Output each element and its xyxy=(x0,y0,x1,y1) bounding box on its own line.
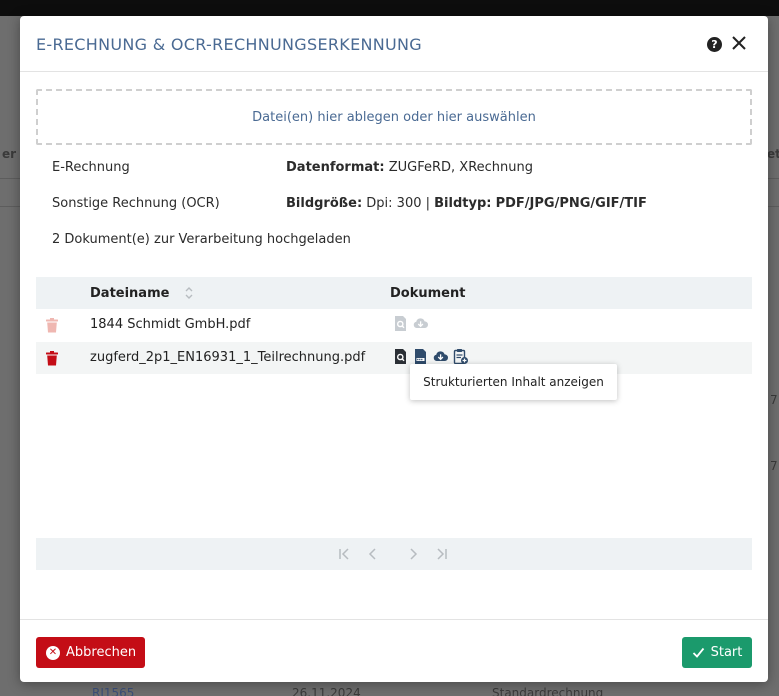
cancel-icon: ✕ xyxy=(46,645,60,660)
tooltip-structured-content: Strukturierten Inhalt anzeigen xyxy=(410,364,617,400)
bg-column-fragment: er xyxy=(2,147,17,161)
help-icon[interactable]: ? xyxy=(707,37,722,52)
bg-divider xyxy=(0,178,20,179)
structured-content-icon[interactable] xyxy=(412,348,429,365)
cancel-button-label: Abbrechen xyxy=(66,645,137,660)
cancel-button[interactable]: ✕ Abbrechen xyxy=(36,637,145,668)
bg-cell-fragment: RI1565 xyxy=(92,686,135,696)
clipboard-add-icon[interactable] xyxy=(452,348,469,365)
modal-footer: ✕ Abbrechen Start xyxy=(20,619,768,682)
bg-divider xyxy=(768,206,779,207)
preview-document-icon[interactable] xyxy=(392,315,409,332)
sort-icon[interactable] xyxy=(184,285,194,301)
info-text: Dpi: 300 | xyxy=(366,196,430,211)
preview-document-icon[interactable] xyxy=(392,348,409,365)
start-button[interactable]: Start xyxy=(682,637,752,668)
trash-icon[interactable] xyxy=(45,318,59,333)
bg-divider xyxy=(0,206,20,207)
tooltip-text: Strukturierten Inhalt anzeigen xyxy=(423,375,604,389)
table-row: zugferd_2p1_EN16931_1_Teilrechnung.pdf xyxy=(36,342,752,374)
pagination-bar xyxy=(36,538,752,570)
modal-header: E-RECHNUNG & OCR-RECHNUNGSERKENNUNG ? xyxy=(20,16,768,72)
upload-modal: E-RECHNUNG & OCR-RECHNUNGSERKENNUNG ? Da… xyxy=(20,16,768,682)
checkmark-icon xyxy=(692,647,704,658)
bg-column-fragment: ett xyxy=(767,147,779,161)
cloud-download-icon[interactable] xyxy=(412,315,429,332)
info-key: Bildtyp: xyxy=(434,196,492,211)
dropzone-label: Datei(en) hier ablegen oder hier auswähl… xyxy=(252,109,536,125)
first-page-icon[interactable] xyxy=(338,547,352,561)
start-button-label: Start xyxy=(710,645,743,660)
file-dropzone[interactable]: Datei(en) hier ablegen oder hier auswähl… xyxy=(36,89,752,145)
bg-cell-fragment: 7 xyxy=(770,393,778,407)
file-table-header: Dateiname Dokument xyxy=(36,277,752,309)
close-icon[interactable] xyxy=(730,34,748,52)
filename-cell: 1844 Schmidt GmbH.pdf xyxy=(90,317,251,332)
upload-status: 2 Dokument(e) zur Verarbeitung hochgelad… xyxy=(52,232,351,247)
column-header-dateiname[interactable]: Dateiname xyxy=(90,286,169,301)
info-value-bildgroesse: Bildgröße: Dpi: 300 | Bildtyp: PDF/JPG/P… xyxy=(286,196,647,211)
info-label-erechnung: E-Rechnung xyxy=(52,160,130,175)
app-top-bar xyxy=(0,0,779,16)
modal-title: E-RECHNUNG & OCR-RECHNUNGSERKENNUNG xyxy=(36,35,422,54)
info-key: Datenformat: xyxy=(286,160,385,175)
info-value-datenformat: Datenformat: ZUGFeRD, XRechnung xyxy=(286,160,533,175)
next-page-icon[interactable] xyxy=(406,547,420,561)
document-actions xyxy=(392,348,469,365)
previous-page-icon[interactable] xyxy=(366,547,380,561)
last-page-icon[interactable] xyxy=(434,547,448,561)
info-text: PDF/JPG/PNG/GIF/TIF xyxy=(495,196,647,211)
bg-cell-fragment: 26.11.2024 xyxy=(292,686,361,696)
bg-cell-fragment: 7 xyxy=(770,459,778,473)
bg-cell-fragment: Standardrechnung xyxy=(492,686,604,696)
info-label-ocr: Sonstige Rechnung (OCR) xyxy=(52,196,220,211)
bg-divider xyxy=(768,178,779,179)
info-text: ZUGFeRD, XRechnung xyxy=(388,160,534,175)
cloud-download-icon[interactable] xyxy=(432,348,449,365)
trash-icon[interactable] xyxy=(45,351,59,366)
table-row: 1844 Schmidt GmbH.pdf xyxy=(36,309,752,341)
document-actions xyxy=(392,315,429,332)
column-header-dokument: Dokument xyxy=(390,286,466,301)
info-key: Bildgröße: xyxy=(286,196,363,211)
filename-cell: zugferd_2p1_EN16931_1_Teilrechnung.pdf xyxy=(90,350,366,365)
